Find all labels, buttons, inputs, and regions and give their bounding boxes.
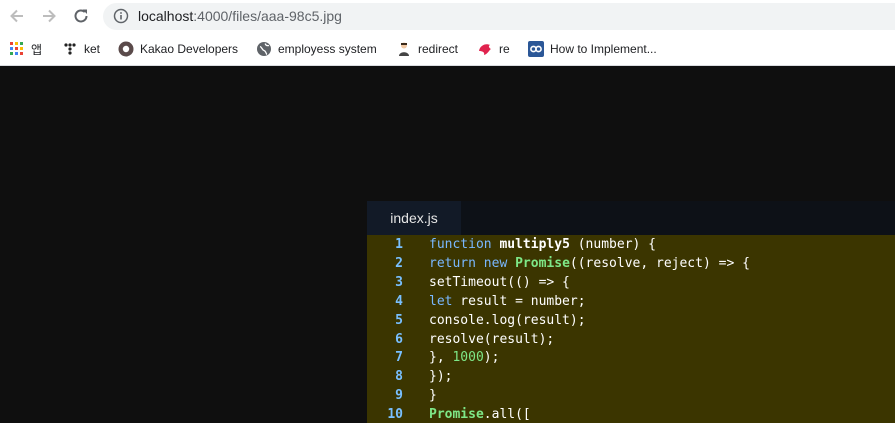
reload-button[interactable] — [69, 5, 93, 27]
image-viewer: index.js 1 function multiply5 (number) {2… — [0, 66, 895, 423]
line-number: 5 — [395, 312, 403, 328]
code-token: (number) { — [569, 237, 656, 252]
back-button[interactable] — [5, 5, 29, 27]
line-number: 4 — [395, 293, 403, 309]
line-code: resolve(result); — [429, 330, 554, 349]
line-number: 9 — [395, 388, 403, 404]
person-icon — [396, 41, 412, 57]
code-token: } — [429, 388, 437, 404]
code-line: 8}); — [367, 367, 895, 386]
line-number: 7 — [395, 350, 403, 366]
ket-logo-icon — [62, 41, 78, 57]
line-code: } — [429, 386, 437, 405]
url-host: localhost — [138, 8, 194, 24]
editor-tabbar: index.js — [367, 201, 895, 235]
bookmark-label: 앱 — [31, 42, 43, 57]
line-code: Promise.all([ — [429, 405, 531, 423]
code-line: 5 console.log(result); — [367, 311, 895, 330]
code-token: multiply5 — [499, 237, 570, 252]
bookmark-label: How to Implement... — [550, 42, 657, 56]
line-code: }, 1000); — [429, 348, 499, 367]
code-token: result = number; — [452, 293, 586, 309]
kakao-icon — [118, 41, 134, 57]
bookmark-redirect[interactable]: redirect — [396, 39, 458, 59]
line-number: 3 — [395, 274, 403, 290]
url-path: :4000/files/aaa-98c5.jpg — [193, 8, 342, 24]
code-token: return — [429, 255, 476, 271]
bookmarks-bar: 앱 ket Kakao Developers employess system … — [0, 33, 895, 66]
line-code: setTimeout(() => { — [429, 273, 570, 292]
line-number: 2 — [395, 255, 403, 271]
apps-grid-icon — [9, 41, 25, 57]
info-icon[interactable] — [113, 8, 129, 24]
code-token: resolve(result); — [429, 331, 555, 347]
code-token: Promise — [429, 407, 484, 423]
code-token: .all([ — [483, 407, 531, 423]
code-token: new — [483, 255, 508, 271]
line-code: let result = number; — [429, 292, 586, 311]
nest-icon — [477, 41, 493, 57]
code-line: 1 function multiply5 (number) { — [367, 235, 895, 254]
line-code: }); — [429, 367, 452, 386]
bookmark-label: employess system — [278, 42, 377, 56]
code-token: setTimeout(() => { — [429, 274, 570, 290]
code-token: 1000 — [452, 350, 484, 366]
code-line: 7}, 1000); — [367, 348, 895, 367]
url-text: localhost:4000/files/aaa-98c5.jpg — [138, 8, 342, 24]
line-code: function multiply5 (number) { — [429, 235, 656, 254]
code-area: 1 function multiply5 (number) { 2 return ne… — [367, 235, 895, 423]
reload-icon — [74, 9, 88, 23]
code-token: Promise — [515, 255, 570, 271]
code-token: }, — [429, 350, 453, 366]
code-editor-screenshot: index.js 1 function multiply5 (number) {2… — [367, 201, 895, 423]
bookmark-label: Kakao Developers — [140, 42, 239, 56]
bookmark-apps[interactable]: 앱 — [9, 39, 42, 59]
code-token: let — [429, 293, 453, 309]
bookmark-label: ket — [84, 42, 101, 56]
browser-toolbar: localhost:4000/files/aaa-98c5.jpg — [0, 0, 895, 33]
bookmark-ket[interactable]: ket — [62, 39, 100, 59]
line-code: return new Promise((resolve, reject) => … — [429, 254, 750, 273]
code-line: 6 resolve(result); — [367, 330, 895, 349]
code-token: ); — [483, 350, 500, 366]
line-number: 8 — [395, 369, 403, 385]
bookmark-kakao-developers[interactable]: Kakao Developers — [118, 39, 238, 59]
bookmark-label: re — [499, 42, 510, 56]
globe-icon — [256, 41, 272, 57]
code-token: function — [429, 237, 492, 252]
line-number: 6 — [395, 331, 403, 347]
bookmark-label: redirect — [418, 42, 459, 56]
bookmark-how-to-implement[interactable]: How to Implement... — [528, 39, 657, 59]
code-line: 9} — [367, 386, 895, 405]
code-token: }); — [429, 369, 453, 385]
code-line: 10 Promise.all([ — [367, 405, 895, 423]
line-number: 10 — [387, 407, 403, 423]
code-token: ((resolve, reject) => { — [569, 255, 750, 271]
code-line: 2 return new Promise((resolve, reject) =>… — [367, 254, 895, 273]
code-line: 4 let result = number; — [367, 292, 895, 311]
line-number: 1 — [395, 237, 403, 252]
code-token: console.log(result); — [429, 312, 586, 328]
arrow-left-icon — [10, 9, 23, 23]
bookmark-employess-system[interactable]: employess system — [256, 39, 377, 59]
tab-index-js: index.js — [367, 201, 461, 235]
bookmark-re[interactable]: re — [477, 39, 510, 59]
line-code: console.log(result); — [429, 311, 586, 330]
arrow-right-icon — [43, 9, 56, 23]
forward-button[interactable] — [37, 5, 61, 27]
co-icon — [528, 41, 544, 57]
address-bar[interactable]: localhost:4000/files/aaa-98c5.jpg — [103, 3, 895, 30]
code-line: 3 setTimeout(() => { — [367, 273, 895, 292]
